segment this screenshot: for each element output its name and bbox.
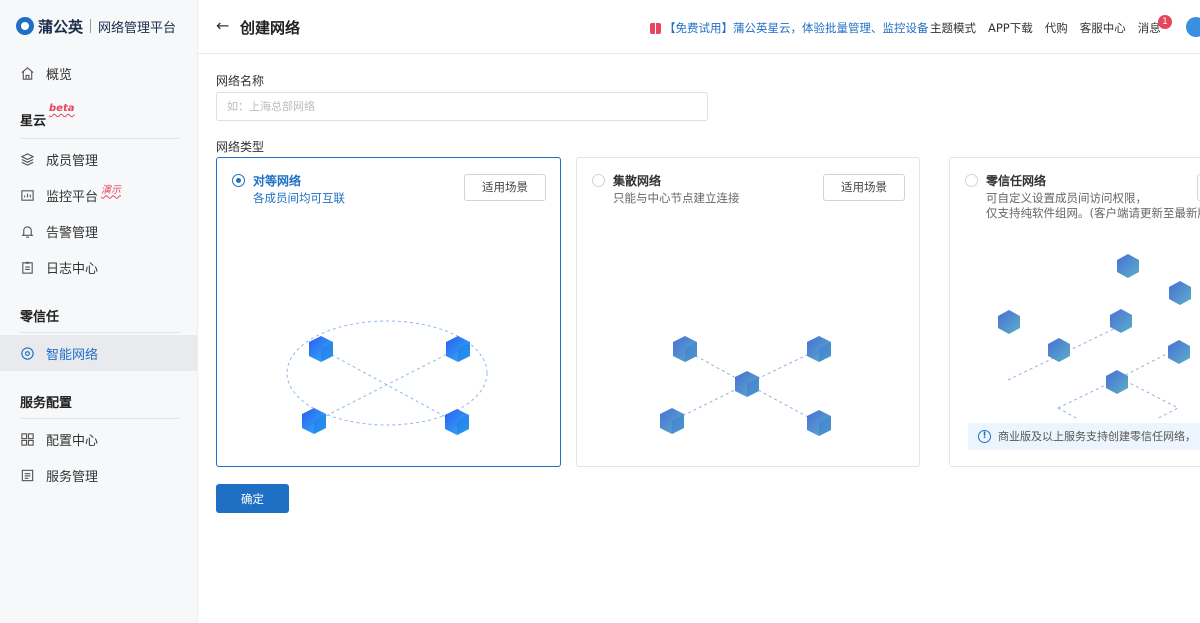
node-cube (673, 336, 697, 362)
app-download-link[interactable]: APP下载 (988, 20, 1033, 36)
confirm-button[interactable]: 确定 (216, 484, 289, 513)
network-icon (20, 346, 35, 361)
node-cube (1117, 254, 1139, 278)
hub-network-diagram (660, 336, 831, 436)
theme-mode-link[interactable]: 主题模式 (930, 20, 976, 36)
logo-subtitle: 网络管理平台 (98, 20, 177, 36)
section-divider (20, 418, 180, 419)
sidebar-item-service-management[interactable]: 服务管理 (0, 457, 197, 493)
notice-text: 商业版及以上服务支持创建零信任网络， (998, 430, 1196, 443)
sidebar-item-label: 概览 (46, 67, 73, 83)
grid-icon (20, 432, 35, 447)
node-cube (807, 410, 831, 436)
home-icon (20, 66, 35, 81)
sidebar-item-members[interactable]: 成员管理 (0, 141, 197, 177)
section-divider (20, 332, 180, 333)
node-cube (1106, 370, 1128, 394)
sidebar-item-label: 成员管理 (46, 153, 99, 169)
sidebar-item-label: 日志中心 (46, 261, 99, 277)
logo-brand: 蒲公英 (38, 17, 84, 36)
network-name-label: 网络名称 (216, 74, 265, 88)
message-count-badge: 1 (1158, 15, 1172, 29)
sidebar-item-overview[interactable]: 概览 (0, 55, 197, 91)
network-type-label: 网络类型 (216, 140, 265, 154)
node-cube (1168, 340, 1190, 364)
sidebar-item-label: 智能网络 (46, 347, 99, 363)
node-cube (1048, 338, 1070, 362)
sidebar-item-alerts[interactable]: 告警管理 (0, 213, 197, 249)
bell-icon (20, 224, 35, 239)
radio-zero-trust[interactable] (965, 174, 978, 187)
radio-peer[interactable] (232, 174, 245, 187)
gift-icon (650, 22, 661, 34)
logo-divider (90, 19, 92, 33)
section-title-service-config: 服务配置 (20, 396, 73, 411)
sidebar-item-label: 监控平台 (46, 189, 99, 205)
node-cube (309, 336, 333, 362)
section-title-zero-trust: 零信任 (20, 310, 60, 325)
card-title: 集散网络 (613, 174, 662, 188)
node-cube (446, 336, 470, 362)
sidebar-item-label: 配置中心 (46, 433, 99, 449)
network-type-card-peer[interactable]: 对等网络 各成员间均可互联 适用场景 (216, 157, 561, 467)
avatar[interactable] (1186, 17, 1200, 37)
sidebar-item-monitor[interactable]: 监控平台 演示 (0, 177, 197, 213)
list-icon (20, 468, 35, 483)
support-center-link[interactable]: 客服中心 (1080, 20, 1126, 36)
section-divider (20, 138, 180, 139)
monitor-chart-icon (20, 188, 35, 203)
top-links: 主题模式 APP下载 代购 客服中心 消息 (930, 20, 1173, 36)
logo-icon (16, 17, 34, 35)
hub-node-cube (735, 371, 759, 397)
section-title-xingyun: 星云 beta (20, 103, 75, 129)
zero-trust-notice: ! 商业版及以上服务支持创建零信任网络， (968, 423, 1200, 450)
layers-icon (20, 152, 35, 167)
node-cube (998, 310, 1020, 334)
node-cube (1169, 281, 1191, 305)
clipboard-icon (20, 260, 35, 275)
sidebar-item-config-center[interactable]: 配置中心 (0, 421, 197, 457)
radio-hub[interactable] (592, 174, 605, 187)
card-desc: 可自定义设置成员间访问权限， 仅支持纯软件组网。(客户端请更新至最新版 (986, 191, 1200, 220)
purchase-link[interactable]: 代购 (1045, 20, 1068, 36)
promo-link[interactable]: 【免费试用】蒲公英星云，体验批量管理、监控设备 (650, 20, 929, 36)
demo-tag: 演示 (101, 184, 122, 196)
back-arrow-icon[interactable]: ← (216, 17, 232, 35)
sidebar-item-label: 服务管理 (46, 469, 99, 485)
sidebar: 蒲公英 网络管理平台 概览 星云 beta 成员管理 监控平台 演示 告警管理 … (0, 0, 198, 623)
promo-text: 【免费试用】蒲公英星云，体验批量管理、监控设备 (664, 21, 929, 35)
sidebar-item-logs[interactable]: 日志中心 (0, 249, 197, 285)
info-icon: ! (978, 430, 991, 443)
network-type-card-zero-trust[interactable]: 零信任网络 可自定义设置成员间访问权限， 仅支持纯软件组网。(客户端请更新至最新版… (949, 157, 1200, 467)
node-cube (660, 408, 684, 434)
page-title: 创建网络 (240, 19, 301, 37)
sidebar-item-label: 告警管理 (46, 225, 99, 241)
peer-network-diagram (286, 320, 488, 435)
card-title: 对等网络 (253, 174, 302, 188)
card-desc: 只能与中心节点建立连接 (613, 191, 740, 205)
node-cube (445, 409, 469, 435)
node-cube (302, 408, 326, 434)
scenario-button[interactable]: 适用场景 (823, 174, 905, 201)
header: ← 创建网络 【免费试用】蒲公英星云，体验批量管理、监控设备 主题模式 APP下… (198, 0, 1200, 54)
scenario-button[interactable]: 适用场景 (464, 174, 546, 201)
card-title: 零信任网络 (986, 174, 1047, 188)
network-name-input[interactable] (216, 92, 708, 121)
zero-trust-network-diagram (998, 254, 1191, 418)
sidebar-item-smart-network[interactable]: 智能网络 (0, 335, 197, 371)
network-type-card-hub[interactable]: 集散网络 只能与中心节点建立连接 适用场景 (576, 157, 920, 467)
card-desc: 各成员间均可互联 (253, 191, 345, 205)
logo[interactable]: 蒲公英 网络管理平台 (16, 15, 176, 37)
node-cube (807, 336, 831, 362)
beta-tag: beta (49, 103, 75, 114)
